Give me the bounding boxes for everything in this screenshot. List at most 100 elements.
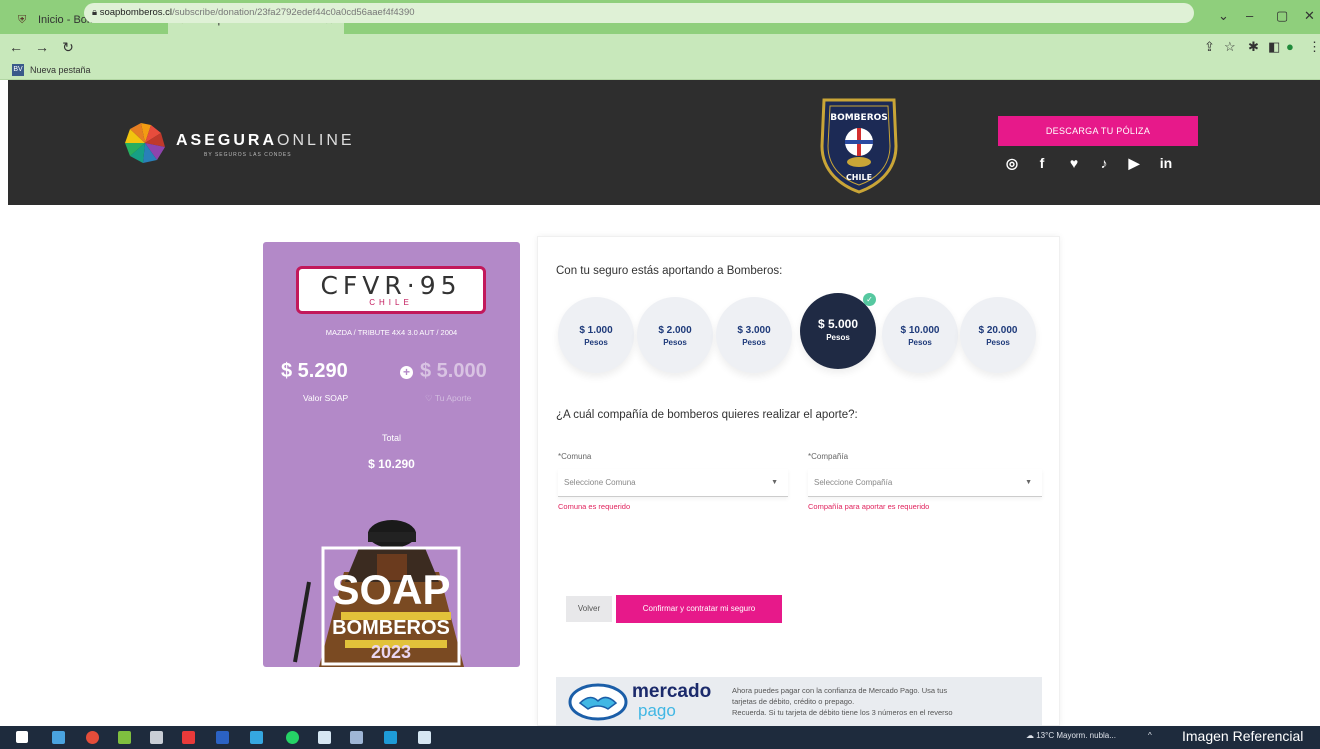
bookmarks-bar: BV Nueva pestaña	[0, 60, 1320, 80]
total-label: Total	[381, 433, 401, 443]
mercado-pago-text: Ahora puedes pagar con la confianza de M…	[732, 685, 1032, 718]
weather-tray[interactable]: ☁ 13°C Mayorm. nubla...	[1026, 731, 1116, 740]
taskbar-app-icon[interactable]	[318, 731, 331, 744]
bookmark-star-icon[interactable]: ☆	[1224, 39, 1236, 55]
taskbar-app-icon[interactable]	[418, 731, 431, 744]
youtube-icon[interactable]: ▶	[1123, 152, 1145, 174]
mercado-pago-word2: pago	[638, 701, 676, 720]
taskbar-app-icon[interactable]	[150, 731, 163, 744]
amount-value: $ 2.000	[658, 325, 692, 336]
selected-check-icon: ✓	[863, 293, 876, 306]
extensions-icon[interactable]: ✱	[1248, 39, 1259, 55]
soap-value: $ 5.290	[281, 360, 348, 382]
share-icon[interactable]: ⇪	[1204, 39, 1215, 55]
compania-select[interactable]: Seleccione Compañía ▼	[808, 469, 1042, 497]
word-icon[interactable]	[216, 731, 229, 744]
bookmark-nueva-pestana[interactable]: Nueva pestaña	[30, 65, 91, 75]
amount-option-2000[interactable]: $ 2.000 Pesos	[637, 297, 713, 373]
amount-currency: Pesos	[826, 333, 850, 342]
maximize-button[interactable]: ▢	[1276, 8, 1288, 24]
tab-search-chevron-icon[interactable]: ⌄	[1218, 8, 1229, 24]
minimize-button[interactable]: –	[1246, 8, 1253, 23]
brand-bold: ASEGURA	[176, 132, 278, 149]
taskbar-app-icon[interactable]	[52, 731, 65, 744]
amount-option-1000[interactable]: $ 1.000 Pesos	[558, 297, 634, 373]
poster-title: SOAP	[331, 566, 450, 613]
instagram-icon[interactable]: ◎	[1001, 152, 1023, 174]
plus-icon: +	[400, 366, 413, 379]
windows-taskbar: ☁ 13°C Mayorm. nubla... ^ Imagen Referen…	[0, 726, 1320, 749]
url-path: /subscribe/donation/23fa2792edef44c0a0cd…	[172, 7, 415, 18]
taskbar-app-icon[interactable]	[250, 731, 263, 744]
tiktok-icon[interactable]: ♪	[1093, 152, 1115, 174]
brand-wordmark[interactable]: ASEGURAONLINE	[176, 132, 355, 150]
amount-option-10000[interactable]: $ 10.000 Pesos	[882, 297, 958, 373]
taskbar-app-icon[interactable]	[350, 731, 363, 744]
amount-currency: Pesos	[584, 338, 608, 347]
compania-label: *Compañía	[808, 452, 849, 461]
tray-expand-icon[interactable]: ^	[1148, 731, 1152, 740]
amount-currency: Pesos	[986, 338, 1010, 347]
aporte-label-text: Tu Aporte	[434, 393, 472, 403]
chevron-down-icon: ▼	[1025, 479, 1032, 486]
total-value: $ 10.290	[368, 457, 415, 471]
reload-icon[interactable]: ↻	[58, 39, 78, 56]
address-bar-row: ← → ↻	[0, 34, 1320, 60]
comuna-label: *Comuna	[558, 452, 592, 461]
mp-line: tarjetas de débito, crédito o prepago.	[732, 697, 855, 706]
comuna-select[interactable]: Seleccione Comuna ▼	[558, 469, 788, 497]
new-tab-bookmark-icon: BV	[12, 63, 24, 76]
back-arrow-icon[interactable]: ←	[6, 39, 26, 55]
back-button[interactable]: Volver	[566, 596, 612, 622]
whatsapp-icon[interactable]	[286, 731, 299, 744]
amount-currency: Pesos	[742, 338, 766, 347]
amount-option-3000[interactable]: $ 3.000 Pesos	[716, 297, 792, 373]
badge-top-text: BOMBEROS	[830, 113, 888, 123]
profile-avatar-icon[interactable]: ●	[1286, 39, 1294, 54]
bomberos-chile-badge-icon: BOMBEROS CHILE	[820, 98, 898, 194]
amount-value: $ 20.000	[978, 325, 1018, 336]
download-policy-button[interactable]: DESCARGA TU PÓLIZA	[998, 116, 1198, 146]
mercado-pago-banner: mercado pago Ahora puedes pagar con la c…	[556, 677, 1042, 727]
linkedin-icon[interactable]: in	[1155, 152, 1177, 174]
mp-line: Recuerda. Si tu tarjeta de débito tiene …	[732, 708, 953, 717]
badge-bottom-text: CHILE	[846, 173, 872, 182]
compania-placeholder: Seleccione Compañía	[814, 478, 893, 487]
sidebar-icon[interactable]: ◧	[1268, 39, 1280, 55]
lock-icon: 🔒︎	[92, 7, 100, 18]
donation-intro: Con tu seguro estás aportando a Bomberos…	[556, 265, 783, 277]
taskbar-app-icon[interactable]	[384, 731, 397, 744]
confirm-button[interactable]: Confirmar y contratar mi seguro	[616, 595, 782, 623]
forward-arrow-icon[interactable]: →	[32, 39, 52, 55]
weather-icon: ☁	[1026, 731, 1037, 740]
twitter-icon[interactable]: ♥	[1063, 152, 1085, 174]
windows-start-icon[interactable]	[16, 731, 28, 743]
weather-text: 13°C Mayorm. nubla...	[1036, 731, 1116, 740]
amount-currency: Pesos	[908, 338, 932, 347]
taskbar-app-icon[interactable]	[118, 731, 131, 744]
bomberos-favicon-icon: ⛨	[18, 14, 27, 26]
amount-currency: Pesos	[663, 338, 687, 347]
brand-light: ONLINE	[277, 132, 355, 149]
facebook-icon[interactable]: f	[1031, 152, 1053, 174]
close-window-button[interactable]: ✕	[1304, 8, 1315, 24]
aporte-label: ♡ Tu Aporte	[425, 393, 471, 404]
taskbar-app-icon[interactable]	[182, 731, 195, 744]
amount-option-20000[interactable]: $ 20.000 Pesos	[960, 297, 1036, 373]
browser-menu-icon[interactable]: ⋮	[1308, 39, 1320, 55]
comuna-placeholder: Seleccione Comuna	[564, 478, 636, 487]
url-host: soapbomberos.cl	[99, 7, 173, 18]
plate-number: CFVR·95	[320, 271, 462, 300]
aporte-value: $ 5.000	[420, 360, 487, 382]
vehicle-description: MAZDA / TRIBUTE 4X4 3.0 AUT / 2004	[325, 328, 458, 337]
chrome-icon[interactable]	[86, 731, 99, 744]
company-question: ¿A cuál compañía de bomberos quieres rea…	[556, 409, 858, 421]
aseguraonline-logo-icon	[125, 123, 165, 163]
amount-value: $ 3.000	[737, 325, 771, 336]
poster-subtitle: BOMBEROS	[332, 617, 450, 639]
url-field[interactable]: 🔒︎ soapbomberos.cl/subscribe/donation/23…	[84, 3, 1194, 23]
heart-icon: ♡	[425, 393, 435, 403]
chevron-down-icon: ▼	[771, 479, 778, 486]
poster-year: 2023	[371, 642, 411, 662]
amount-value: $ 10.000	[900, 325, 940, 336]
